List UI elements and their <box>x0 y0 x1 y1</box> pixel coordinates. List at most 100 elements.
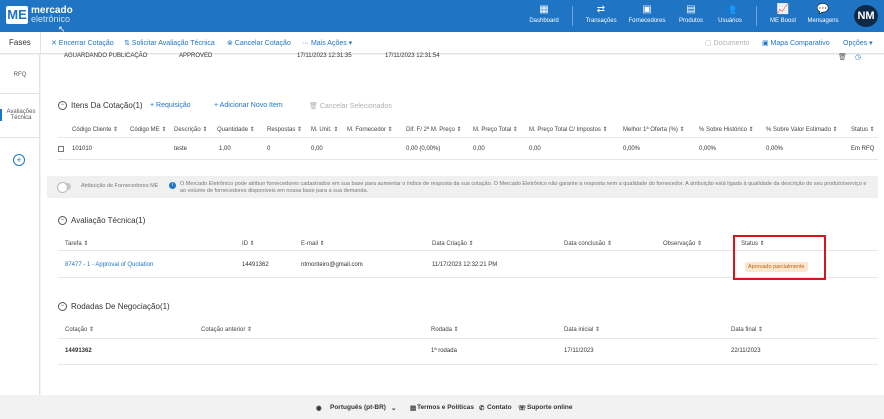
fases-label: Fases <box>9 38 31 47</box>
boost-icon: 📈 <box>776 4 790 15</box>
cell-id: 14491362 <box>242 262 269 268</box>
transactions-icon: ⇄ <box>596 4 606 15</box>
collapse-icon[interactable]: − <box>58 101 67 110</box>
logo-mark: ME <box>6 6 28 24</box>
col-sobre-valor-estimado[interactable]: % Sobre Valor Estimado ⇕ <box>766 126 838 133</box>
row-checkbox[interactable] <box>58 146 64 152</box>
main-content: AGUARDANDO PUBLICAÇÃO APPROVED 17/11/202… <box>41 53 884 395</box>
supplier-assignment-toggle[interactable] <box>57 182 71 193</box>
itens-title: Itens Da Cotação(1) <box>71 101 143 110</box>
date-2: 17/11/2023 12:31:54 <box>385 53 440 59</box>
col-descricao[interactable]: Descrição ⇕ <box>174 126 207 133</box>
solicitar-avaliacao-button[interactable]: ⇅ Solicitar Avaliação Técnica <box>124 39 215 47</box>
divider <box>58 338 878 339</box>
terms-icon: ▤ <box>410 405 417 412</box>
col-cotacao[interactable]: Cotação ⇕ <box>65 326 94 333</box>
cell-status: Em RFQ <box>851 146 875 152</box>
col-observacao[interactable]: Observação ⇕ <box>663 240 702 247</box>
nav-divider <box>572 6 573 26</box>
language-selector[interactable]: Português (pt-BR) <box>330 404 386 411</box>
nav-label: Mensagens <box>807 18 839 24</box>
cell-m-preco-total-impostos: 0,00 <box>529 146 541 152</box>
avaliacao-section-header[interactable]: − Avaliação Técnica(1) <box>58 216 145 225</box>
collapse-icon[interactable]: − <box>58 216 67 225</box>
date-1: 17/11/2023 12:31:35 <box>297 53 352 59</box>
col-melhor-oferta[interactable]: Melhor 1ª Oferta (%) ⇕ <box>623 126 685 133</box>
col-m-preco-total-impostos[interactable]: M. Preço Total C/ Impostos ⇕ <box>529 126 608 133</box>
phase-label-line2: Técnica <box>10 115 32 121</box>
history-icon[interactable]: ◷ <box>855 53 861 61</box>
messages-icon: 💬 <box>816 4 830 15</box>
nav-label: Transações <box>585 18 617 24</box>
cell-codigo-cliente: 101010 <box>72 146 93 152</box>
col-cotacao-anterior[interactable]: Cotação anterior ⇕ <box>201 326 252 333</box>
globe-icon: ◉ <box>316 405 322 412</box>
itens-section-header[interactable]: − Itens Da Cotação(1) <box>58 101 143 110</box>
task-link[interactable]: 87477 - 1 - Approval of Quotation <box>65 262 153 268</box>
terms-link[interactable]: Termos e Políticas <box>417 404 474 411</box>
divider <box>58 137 878 138</box>
rail-divider <box>0 137 40 138</box>
add-item-button[interactable]: + Adicionar Novo Item <box>214 102 283 109</box>
cell-m-preco-total: 0,00 <box>473 146 485 152</box>
cell-sobre-historico: 0,00% <box>699 146 717 152</box>
mapa-comparativo-button[interactable]: ▣ Mapa Comparativo <box>762 39 830 47</box>
encerrar-cotacao-button[interactable]: ✕ Encerrar Cotação <box>51 39 114 47</box>
mercado-eletronico-logo[interactable]: ME mercado eletrônico <box>6 6 73 24</box>
col-data-criacao[interactable]: Data Criação ⇕ <box>432 240 474 247</box>
col-data-inicial[interactable]: Data inicial ⇕ <box>564 326 600 333</box>
col-m-unit[interactable]: M. Unit. ⇕ <box>311 126 338 133</box>
nav-transacoes[interactable]: ⇄ Transações <box>576 3 626 25</box>
cell-respostas: 0 <box>267 146 271 152</box>
cancel-selected-button[interactable]: 🗑 Cancelar Selecionados <box>309 102 392 110</box>
cell-descricao: teste <box>174 146 188 152</box>
col-sobre-historico[interactable]: % Sobre Histórico ⇕ <box>699 126 754 133</box>
phase-rfq[interactable]: RFQ <box>0 72 40 78</box>
nav-usuarios[interactable]: 👥 Usuários <box>705 3 755 25</box>
add-requisicao-button[interactable]: + Requisição <box>150 102 191 109</box>
cell-email: ntmonteiro@gmail.com <box>301 262 363 268</box>
quotation-status: AGUARDANDO PUBLICAÇÃO <box>64 53 148 59</box>
contact-link[interactable]: Contato <box>487 404 512 411</box>
col-rodada[interactable]: Rodada ⇕ <box>431 326 459 333</box>
col-data-conclusao[interactable]: Data conclusão ⇕ <box>564 240 612 247</box>
col-status[interactable]: Status ⇕ <box>851 126 875 133</box>
nav-mensagens[interactable]: 💬 Mensagens <box>798 3 848 25</box>
col-respostas[interactable]: Respostas ⇕ <box>267 126 302 133</box>
cell-m-unit: 0,00 <box>311 146 323 152</box>
col-quantidade[interactable]: Quantidade ⇕ <box>217 126 255 133</box>
rodadas-section-header[interactable]: − Rodadas De Negociação(1) <box>58 302 170 311</box>
documento-button[interactable]: ▢ Documento <box>705 39 749 47</box>
suppliers-icon: ▣ <box>642 4 652 15</box>
approval-status: APPROVED <box>179 53 213 59</box>
col-codigo-me[interactable]: Código ME ⇕ <box>130 126 166 133</box>
phase-avaliacoes-tecnica[interactable]: Avaliações Técnica <box>0 109 40 121</box>
col-id[interactable]: ID ⇕ <box>242 240 255 247</box>
nav-dashboard[interactable]: ▦ Dashboard <box>519 3 569 25</box>
col-tarefa[interactable]: Tarefa ⇕ <box>65 240 88 247</box>
add-phase-icon[interactable]: + <box>13 154 25 166</box>
top-header: ME mercado eletrônico ↖ ▦ Dashboard ⇄ Tr… <box>0 0 884 34</box>
col-m-preco-total[interactable]: M. Preço Total ⇕ <box>473 126 518 133</box>
mais-acoes-button[interactable]: ··· Mais Ações ▾ <box>302 39 352 47</box>
col-dif[interactable]: Dif. F/ 2ª M. Preço ⇕ <box>406 126 462 133</box>
divider <box>58 159 878 160</box>
col-email[interactable]: E-mail ⇕ <box>301 240 325 247</box>
cell-cotacao: 14491362 <box>65 348 92 354</box>
user-avatar[interactable]: NM <box>854 5 878 27</box>
highlight-annotation <box>733 235 826 280</box>
support-icon: ☏ <box>518 405 527 412</box>
cell-quantidade: 1,00 <box>219 146 231 152</box>
avaliacao-title: Avaliação Técnica(1) <box>71 216 146 225</box>
rodadas-title: Rodadas De Negociação(1) <box>71 302 170 311</box>
opcoes-dropdown[interactable]: Opções ▾ <box>843 39 873 47</box>
support-link[interactable]: Suporte online <box>527 404 573 411</box>
cancelar-cotacao-button[interactable]: ⊗ Cancelar Cotação <box>227 39 291 47</box>
col-data-final[interactable]: Data final ⇕ <box>731 326 763 333</box>
col-codigo-cliente[interactable]: Código Cliente ⇕ <box>72 126 118 133</box>
collapse-icon[interactable]: − <box>58 302 67 311</box>
col-m-fornecedor[interactable]: M. Fornecedor ⇕ <box>347 126 393 133</box>
delete-icon[interactable]: 🗑 <box>838 53 847 61</box>
nav-fornecedores[interactable]: ▣ Fornecedores <box>622 3 672 25</box>
chevron-down-icon[interactable]: ⌄ <box>391 404 396 412</box>
